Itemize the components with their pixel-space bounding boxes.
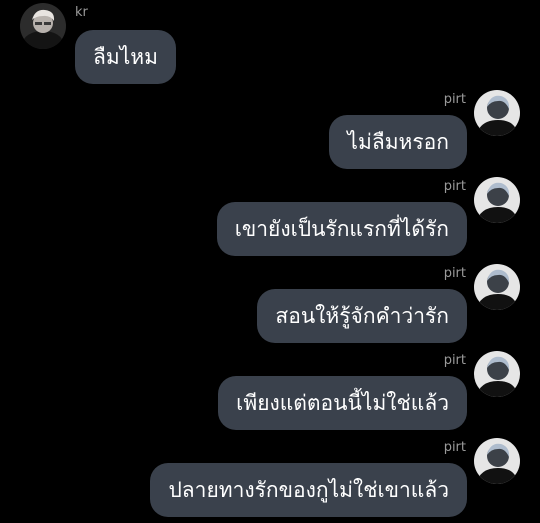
sender-name: pirt [443,92,466,107]
avatar-pirt[interactable] [474,90,520,136]
avatar-pirt[interactable] [474,351,520,397]
message-bubble[interactable]: สอนให้รู้จักคำว่ารัก [257,289,467,343]
avatar-pirt[interactable] [474,438,520,484]
message-bubble[interactable]: ไม่ลืมหรอก [329,115,467,169]
message-row: pirt ปลายทางรักของกูไม่ใช่เขาแล้ว [0,438,540,518]
message-row: pirt เขายังเป็นรักแรกที่ได้รัก [0,177,540,257]
sender-name: kr [75,5,88,20]
avatar-pirt[interactable] [474,177,520,223]
message-bubble[interactable]: เขายังเป็นรักแรกที่ได้รัก [216,202,467,256]
message-bubble[interactable]: ลืมไหม [75,30,176,84]
avatar-kr[interactable] [20,3,66,49]
message-row: pirt สอนให้รู้จักคำว่ารัก [0,264,540,344]
avatar-pirt[interactable] [474,264,520,310]
message-row: kr ลืมไหม [0,0,540,84]
message-row: pirt เพียงแต่ตอนนี้ไม่ใช่แล้ว [0,351,540,431]
chat-thread: kr ลืมไหม pirt ไม่ลืมหรอก pirt เขายังเป็ [0,0,540,523]
sender-name: pirt [443,266,466,281]
sender-name: pirt [443,353,466,368]
message-bubble[interactable]: ปลายทางรักของกูไม่ใช่เขาแล้ว [150,463,467,517]
sender-name: pirt [443,440,466,455]
sender-name: pirt [443,179,466,194]
message-bubble[interactable]: เพียงแต่ตอนนี้ไม่ใช่แล้ว [218,376,467,430]
message-row: pirt ไม่ลืมหรอก [0,90,540,170]
